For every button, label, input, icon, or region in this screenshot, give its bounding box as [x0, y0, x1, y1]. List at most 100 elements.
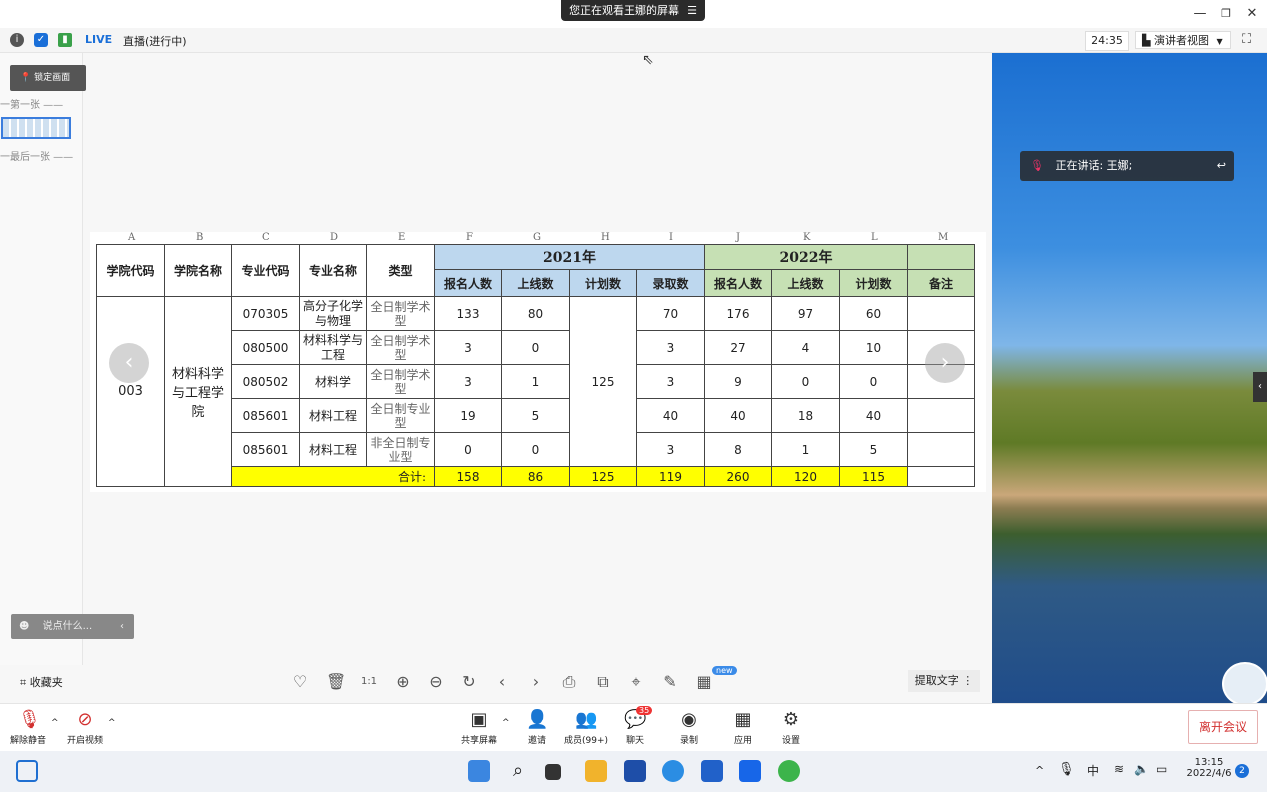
fullscreen-icon[interactable]: ⛶ — [1242, 32, 1251, 47]
shield-icon[interactable]: ✓ — [34, 33, 48, 47]
invite-label[interactable]: 邀请 — [522, 733, 552, 746]
chevron-up-icon[interactable]: ^ — [108, 718, 116, 728]
settings-label[interactable]: 设置 — [776, 733, 806, 746]
settings-icon[interactable]: ⚙ — [780, 709, 802, 730]
live-status[interactable]: 直播(进行中) — [123, 33, 187, 49]
heart-icon[interactable]: ♡ — [290, 672, 310, 691]
print-icon[interactable]: ⎙ — [559, 672, 579, 692]
cell: 5 — [839, 432, 908, 467]
clock[interactable]: 13:15 2022/4/6 — [1186, 757, 1232, 779]
header-cell: 上线数 — [501, 269, 570, 297]
cell: 非全日制专业型 — [366, 432, 435, 467]
collapse-video-icon[interactable]: ‹ — [1253, 372, 1267, 402]
cell: 133 — [434, 296, 502, 331]
cell: 5 — [501, 398, 570, 433]
next-page-button[interactable]: › — [925, 343, 965, 383]
cell: 19 — [434, 398, 502, 433]
cell: 1 — [501, 364, 570, 399]
trash-icon[interactable]: 🗑 — [326, 672, 346, 691]
favorites-button[interactable]: ⌗ 收藏夹 — [20, 674, 63, 690]
chevron-up-icon[interactable]: ^ — [51, 718, 59, 728]
record-icon[interactable]: ◉ — [678, 709, 700, 730]
cell: 0 — [501, 432, 570, 467]
share-screen-label[interactable]: 共享屏幕 — [457, 733, 501, 746]
actual-size-icon[interactable]: 1:1 — [359, 676, 379, 687]
apps-grid-icon[interactable]: ▦ — [694, 672, 714, 691]
chat-input[interactable]: ☻ 说点什么... ‹ — [11, 614, 134, 639]
store-icon[interactable] — [624, 760, 646, 782]
signal-icon[interactable]: ▮ — [58, 33, 72, 47]
zoom-out-icon[interactable]: ⊖ — [426, 672, 446, 691]
edge-icon[interactable] — [662, 760, 684, 782]
cell: 80 — [501, 296, 570, 331]
lock-view-label: 锁定画面 — [34, 73, 71, 83]
total-label: 合计: — [231, 466, 435, 487]
leave-meeting-button[interactable]: 离开会议 — [1188, 710, 1258, 744]
cell: 40 — [636, 398, 705, 433]
mic-off-icon: 🎙 — [1030, 159, 1044, 172]
microphone-icon[interactable]: 🎙 — [1058, 762, 1075, 777]
meeting-timer: 24:35 — [1085, 31, 1129, 51]
record-label[interactable]: 录制 — [674, 733, 704, 746]
cell: 0 — [434, 432, 502, 467]
header-cell: 类型 — [366, 244, 435, 297]
apps-icon[interactable]: ▦ — [732, 709, 754, 730]
restore-icon[interactable]: ❐ — [1216, 4, 1236, 24]
view-mode-dropdown[interactable]: ▙ 演讲者视图 ▼ — [1135, 31, 1231, 49]
previous-icon[interactable]: ‹ — [492, 672, 512, 691]
search-icon[interactable]: ⌕ — [507, 760, 529, 782]
wifi-icon[interactable]: ≋ — [1114, 762, 1124, 776]
tencent-meeting-icon[interactable] — [739, 760, 761, 782]
notification-badge[interactable]: 2 — [1235, 764, 1249, 778]
emoji-icon[interactable]: ☻ — [19, 621, 29, 632]
members-label[interactable]: 成员(99+) — [560, 733, 612, 746]
zoom-in-icon[interactable]: ⊕ — [393, 672, 413, 691]
bookmark-icon: ⌗ — [20, 676, 27, 689]
members-icon[interactable]: 👥 — [575, 709, 597, 730]
volume-icon[interactable]: 🔈 — [1134, 762, 1149, 776]
minimize-icon[interactable]: — — [1190, 4, 1210, 24]
share-screen-icon[interactable]: ▣ — [468, 709, 490, 730]
start-icon[interactable] — [468, 760, 490, 782]
translate-icon[interactable]: ⧉ — [593, 672, 613, 692]
college-code-cell: 003 — [96, 296, 165, 487]
col-letter: K — [803, 232, 811, 243]
desktop-icon[interactable] — [16, 760, 38, 782]
video-off-icon[interactable]: ⊘ — [73, 709, 97, 730]
ime-indicator[interactable]: 中 — [1087, 762, 1099, 779]
chat-label[interactable]: 聊天 — [620, 733, 650, 746]
col-letter: C — [262, 232, 270, 243]
close-icon[interactable]: ✕ — [1242, 4, 1262, 24]
cell: 材料工程 — [299, 398, 367, 433]
mic-muted-icon[interactable]: 🎙 — [18, 709, 41, 730]
extract-text-button[interactable]: 提取文字 ⋮ — [908, 670, 980, 692]
more-icon[interactable]: ⋮ — [962, 674, 973, 687]
apps-label[interactable]: 应用 — [728, 733, 758, 746]
battery-icon[interactable]: ▭ — [1156, 762, 1167, 776]
edit-icon[interactable]: ✎ — [660, 672, 680, 691]
file-explorer-icon[interactable] — [585, 760, 607, 782]
share-banner[interactable]: 您正在观看王娜的屏幕 ☰ — [561, 0, 705, 21]
video-label[interactable]: 开启视频 — [64, 733, 106, 746]
scan-icon[interactable]: ⌖ — [626, 672, 646, 692]
security-app-icon[interactable] — [701, 760, 723, 782]
next-icon[interactable]: › — [526, 672, 546, 691]
info-icon[interactable]: i — [10, 33, 24, 47]
last-page-label: 一最后一张 —— — [0, 152, 74, 163]
page-thumbnail[interactable] — [1, 117, 71, 139]
wechat-icon[interactable] — [778, 760, 800, 782]
invite-icon[interactable]: 👤 — [526, 709, 548, 730]
assistant-avatar[interactable] — [1222, 662, 1267, 706]
col-letter: L — [871, 232, 878, 243]
unmute-label[interactable]: 解除静音 — [8, 733, 48, 746]
cell: 10 — [839, 330, 908, 365]
reply-icon[interactable]: ↩ — [1217, 151, 1226, 181]
tray-chevron-icon[interactable]: ^ — [1035, 764, 1044, 777]
prev-page-button[interactable]: ‹ — [109, 343, 149, 383]
chevron-up-icon[interactable]: ^ — [502, 718, 510, 728]
menu-icon[interactable]: ☰ — [687, 0, 697, 21]
rotate-icon[interactable]: ↻ — [459, 672, 479, 691]
task-view-icon[interactable] — [545, 764, 561, 780]
collapse-icon[interactable]: ‹ — [120, 614, 124, 639]
lock-view-tooltip[interactable]: 📍 锁定画面 — [10, 65, 86, 91]
